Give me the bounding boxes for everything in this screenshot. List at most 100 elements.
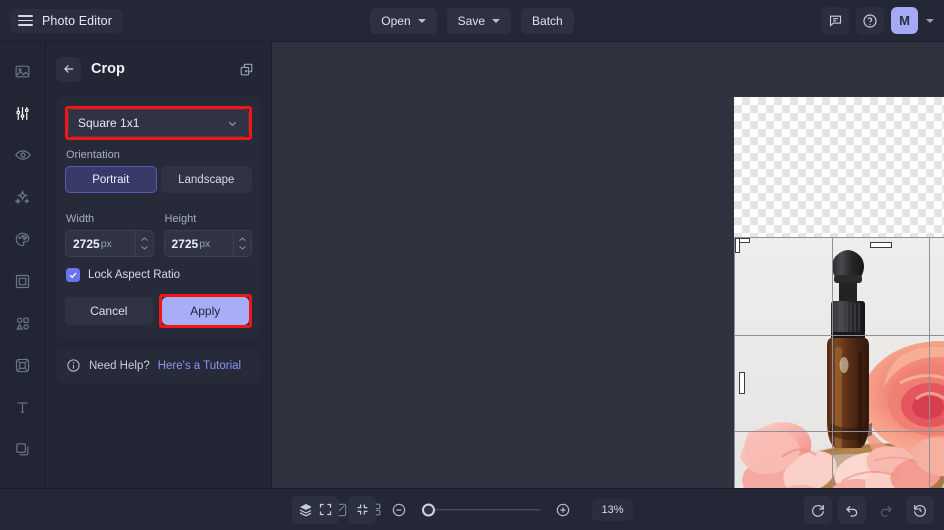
- retouch-icon: [14, 357, 31, 374]
- crop-action-buttons: Cancel Apply: [65, 294, 252, 328]
- collapse-corners-icon: [355, 502, 370, 517]
- zoom-in-button[interactable]: [549, 496, 577, 524]
- crop-grid-line: [832, 238, 833, 528]
- top-bar-center-actions: Open Save Batch: [0, 8, 944, 34]
- refresh-circle-icon: [810, 502, 826, 518]
- crop-grid-line: [735, 431, 944, 432]
- sidebar-item-adjust[interactable]: [8, 98, 38, 128]
- zoom-slider-track: [430, 509, 540, 511]
- sidebar-item-retouch[interactable]: [8, 350, 38, 380]
- save-button-label: Save: [458, 14, 485, 28]
- sidebar-item-image[interactable]: [8, 56, 38, 86]
- bottom-bar: 13%: [0, 488, 944, 530]
- zoom-slider-knob[interactable]: [422, 503, 435, 516]
- ratio-select-highlight: Square 1x1: [65, 106, 252, 140]
- sidebar-item-color[interactable]: [8, 224, 38, 254]
- palette-icon: [14, 231, 31, 248]
- crop-panel-header: Crop: [56, 52, 261, 88]
- crop-settings-card: Square 1x1 Orientation Portrait Landscap…: [56, 97, 261, 339]
- minus-circle-icon: [391, 502, 407, 518]
- orientation-segmented-control: Portrait Landscape: [65, 166, 252, 193]
- tutorial-link[interactable]: Here's a Tutorial: [158, 360, 241, 372]
- width-stepper[interactable]: 2725 px: [65, 230, 154, 257]
- orientation-portrait-button[interactable]: Portrait: [65, 166, 157, 193]
- open-button-label: Open: [381, 14, 410, 28]
- height-stepper[interactable]: 2725 px: [164, 230, 253, 257]
- redo-button[interactable]: [872, 496, 900, 524]
- sidebar-item-crop[interactable]: [8, 266, 38, 296]
- zoom-level-value[interactable]: 13%: [592, 499, 632, 521]
- height-unit: px: [199, 238, 210, 250]
- crop-frame-icon: [14, 273, 31, 290]
- sidebar-item-layers[interactable]: [8, 434, 38, 464]
- zoom-out-button[interactable]: [385, 496, 413, 524]
- save-button[interactable]: Save: [447, 8, 511, 34]
- batch-button-label: Batch: [532, 14, 563, 28]
- orientation-label: Orientation: [66, 149, 252, 161]
- history-button[interactable]: [906, 496, 934, 524]
- help-text: Need Help?: [89, 360, 150, 372]
- chevron-down-icon[interactable]: [238, 244, 247, 251]
- width-field-group: Width 2725 px: [65, 213, 154, 257]
- page-title: Crop: [91, 61, 125, 77]
- bottom-right-tools: [804, 496, 934, 524]
- top-bar: Photo Editor Open Save Batch: [0, 0, 944, 42]
- crop-handle-left[interactable]: [739, 372, 745, 394]
- sidebar-item-shapes[interactable]: [8, 308, 38, 338]
- back-button[interactable]: [56, 57, 81, 82]
- height-field-group: Height 2725 px: [164, 213, 253, 257]
- plus-circle-icon: [555, 502, 571, 518]
- width-label: Width: [66, 213, 154, 225]
- chevron-down-icon: [492, 19, 500, 23]
- tool-rail: [0, 42, 46, 488]
- chevron-up-icon[interactable]: [238, 236, 247, 243]
- chevron-down-icon: [418, 19, 426, 23]
- sidebar-item-effects[interactable]: [8, 140, 38, 170]
- duplicate-button[interactable]: [233, 56, 259, 82]
- width-unit: px: [101, 238, 112, 250]
- chevron-down-icon: [226, 117, 239, 130]
- cancel-button[interactable]: Cancel: [65, 297, 153, 325]
- sparkles-icon: [14, 189, 31, 206]
- open-button[interactable]: Open: [370, 8, 436, 34]
- help-banner[interactable]: Need Help? Here's a Tutorial: [56, 348, 261, 383]
- width-value: 2725: [73, 237, 100, 251]
- zoom-slider[interactable]: [422, 503, 540, 517]
- checkmark-icon: [68, 270, 78, 280]
- chevron-down-icon[interactable]: [140, 244, 149, 251]
- fullscreen-button[interactable]: [311, 496, 339, 524]
- eye-icon: [14, 146, 32, 164]
- image-icon: [14, 63, 31, 80]
- sidebar-item-enhance[interactable]: [8, 182, 38, 212]
- crop-panel: Crop Square 1x1: [46, 42, 272, 488]
- expand-corners-icon: [318, 502, 333, 517]
- apply-button-highlight: Apply: [159, 294, 253, 328]
- crop-grid-line: [929, 238, 930, 528]
- crop-overlay-frame[interactable]: [734, 237, 944, 529]
- lock-aspect-ratio-label: Lock Aspect Ratio: [88, 269, 180, 281]
- text-t-icon: [14, 399, 31, 416]
- editor-body: Crop Square 1x1: [0, 42, 944, 488]
- height-value: 2725: [172, 237, 199, 251]
- orientation-landscape-button[interactable]: Landscape: [161, 166, 253, 193]
- fit-screen-button[interactable]: [348, 496, 376, 524]
- width-spinner[interactable]: [135, 231, 149, 256]
- canvas-area[interactable]: [272, 42, 944, 488]
- sliders-icon: [14, 105, 31, 122]
- redo-arrow-icon: [878, 502, 894, 518]
- chevron-up-icon[interactable]: [140, 236, 149, 243]
- sidebar-item-text[interactable]: [8, 392, 38, 422]
- aspect-ratio-value: Square 1x1: [78, 116, 139, 130]
- apply-button[interactable]: Apply: [162, 297, 250, 325]
- lock-aspect-ratio-checkbox[interactable]: [66, 268, 80, 282]
- crop-handle-top[interactable]: [870, 242, 892, 248]
- reset-button[interactable]: [804, 496, 832, 524]
- crop-grid-line: [735, 335, 944, 336]
- aspect-ratio-select[interactable]: Square 1x1: [68, 109, 249, 137]
- height-spinner[interactable]: [233, 231, 247, 256]
- lock-aspect-ratio-row[interactable]: Lock Aspect Ratio: [66, 268, 252, 282]
- info-circle-icon: [66, 358, 81, 373]
- height-label: Height: [165, 213, 253, 225]
- undo-button[interactable]: [838, 496, 866, 524]
- batch-button[interactable]: Batch: [521, 8, 574, 34]
